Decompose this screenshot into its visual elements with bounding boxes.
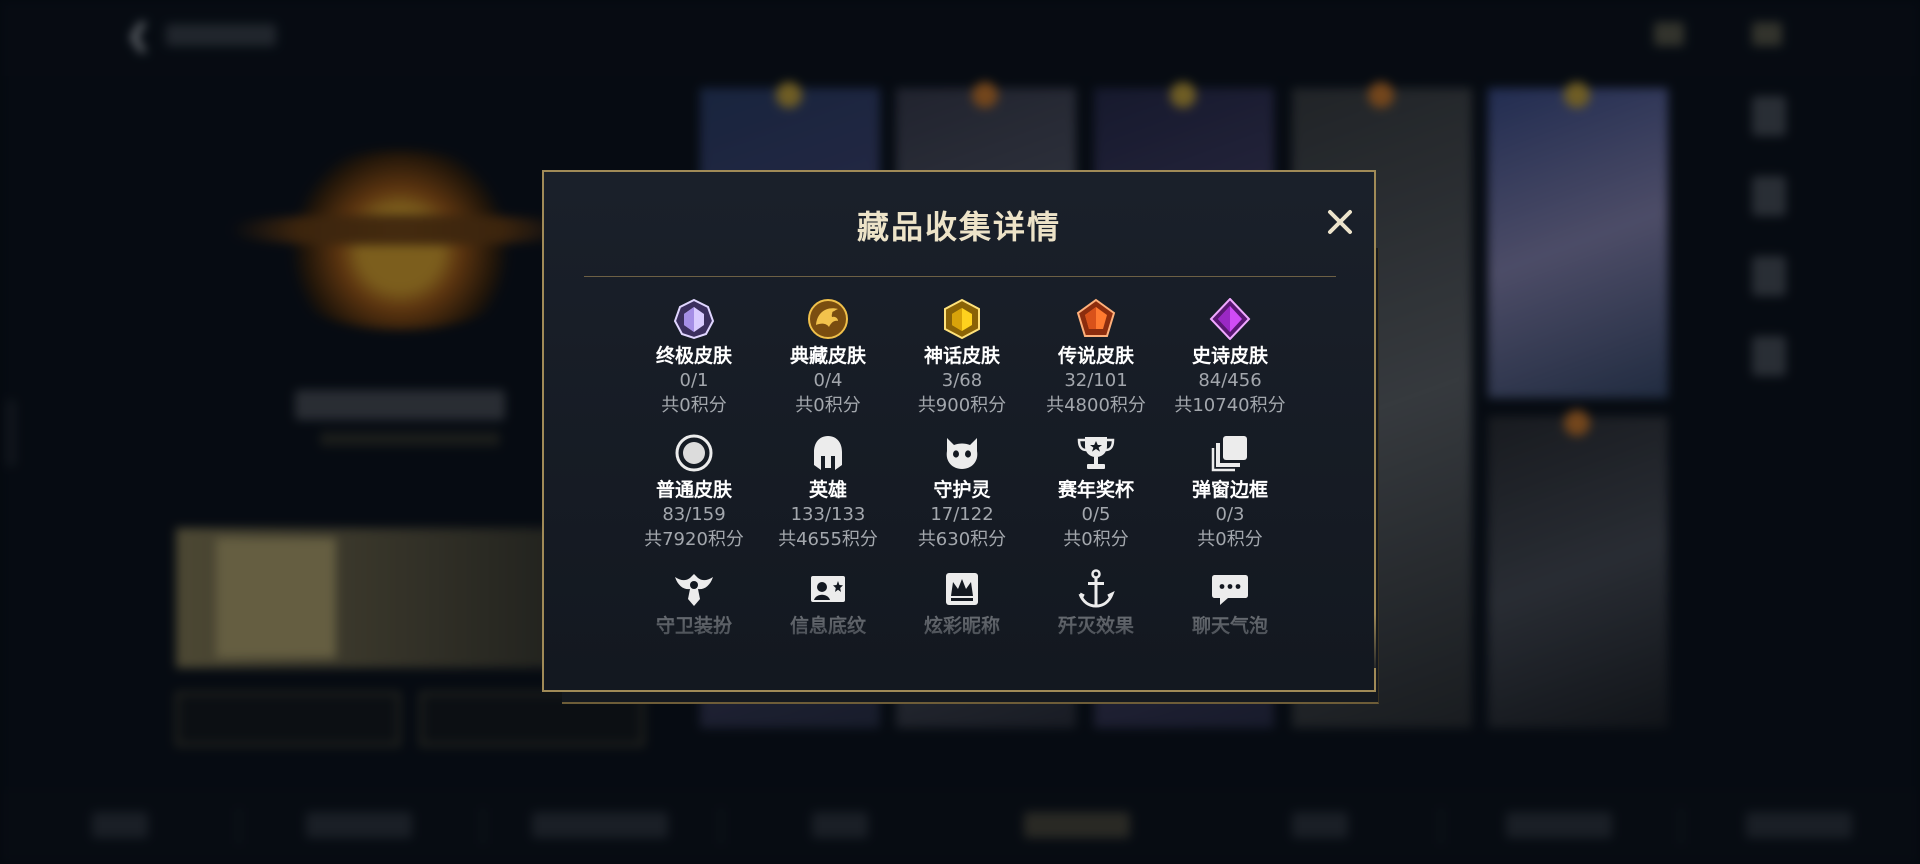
item-count: 133/133 [790,504,866,525]
collection-skin-dragon-icon [808,299,848,339]
item-points: 共0积分 [661,395,727,416]
legend-skin-gem-icon [1076,298,1116,337]
collection-item-info-background[interactable]: 信息底纹 [758,568,898,638]
season-trophy-icon [1077,437,1115,469]
guard-outfit-icon [675,574,713,606]
item-label: 英雄 [808,479,847,501]
item-count: 3/68 [941,370,983,391]
item-label: 守护灵 [933,479,991,501]
collection-item-guardian-spirit[interactable]: 守护灵 17/122 共630积分 [892,432,1032,552]
item-points: 共4655积分 [778,529,878,550]
item-points: 共4800积分 [1046,395,1146,416]
mythic-skin-gem-icon [944,298,980,340]
collection-item-mythic-skin[interactable]: 神话皮肤 3/68 共900积分 [892,298,1032,418]
item-count: 0/1 [679,370,709,391]
item-label: 神话皮肤 [923,345,1000,367]
item-label: 终极皮肤 [655,345,732,367]
guardian-spirit-icon [946,438,978,469]
collection-grid: 终极皮肤 0/1 共0积分 典藏皮肤 0/4 共0积分 神话皮肤 3/68 共9… [544,298,1378,668]
item-points: 共0积分 [1197,529,1263,550]
item-label: 炫彩昵称 [923,615,1000,637]
item-points: 共0积分 [795,395,861,416]
item-count: 0/5 [1081,504,1111,525]
hero-helmet-icon [814,436,842,470]
normal-skin-ring-icon [675,434,713,472]
item-count: 0/4 [813,370,843,391]
item-points: 共7920积分 [644,529,744,550]
item-points: 共0积分 [1063,529,1129,550]
collection-item-chat-bubble[interactable]: 聊天气泡 [1160,568,1300,638]
title-divider [584,276,1336,277]
collection-item-popup-frame[interactable]: 弹窗边框 0/3 共0积分 [1160,432,1300,552]
item-label: 传说皮肤 [1057,345,1134,367]
popup-frame-icon [1211,436,1247,472]
item-label: 信息底纹 [789,615,866,637]
epic-skin-gem-icon [1209,298,1251,340]
screen: ❮ 藏品收集详情 终极皮肤 0/1 共0积分 典藏皮肤 0/4 共0积分 神话皮… [0,0,1920,864]
collection-item-hero[interactable]: 英雄 133/133 共4655积分 [758,432,898,552]
collection-item-colorful-nickname[interactable]: 炫彩昵称 [892,568,1032,638]
colorful-nickname-icon [946,573,978,605]
item-label: 聊天气泡 [1191,615,1268,637]
item-count: 84/456 [1198,370,1262,391]
item-label: 歼灭效果 [1057,615,1134,637]
annihilate-effect-icon [1078,569,1115,608]
collection-details-modal: 藏品收集详情 终极皮肤 0/1 共0积分 典藏皮肤 0/4 共0积分 神话皮肤 … [542,170,1378,692]
item-count: 0/3 [1215,504,1245,525]
chat-bubble-icon [1212,575,1248,605]
collection-item-annihilate-effect[interactable]: 歼灭效果 [1026,568,1166,638]
item-count: 32/101 [1064,370,1128,391]
item-label: 史诗皮肤 [1191,345,1268,367]
collection-item-normal-skin[interactable]: 普通皮肤 83/159 共7920积分 [624,432,764,552]
close-button[interactable] [1320,202,1360,242]
info-background-icon [811,576,845,602]
item-points: 共630积分 [917,529,1007,550]
item-count: 83/159 [662,504,726,525]
close-icon [1328,210,1352,234]
ultimate-skin-gem-icon [673,298,715,340]
collection-item-ultimate-skin[interactable]: 终极皮肤 0/1 共0积分 [624,298,764,418]
item-label: 赛年奖杯 [1057,479,1134,501]
item-points: 共900积分 [917,395,1007,416]
collection-item-collection-skin[interactable]: 典藏皮肤 0/4 共0积分 [758,298,898,418]
item-label: 弹窗边框 [1191,479,1268,501]
item-count: 17/122 [930,504,994,525]
item-points: 共10740积分 [1174,395,1286,416]
item-label: 守卫装扮 [655,615,732,637]
item-label: 典藏皮肤 [789,345,866,367]
collection-item-season-trophy[interactable]: 赛年奖杯 0/5 共0积分 [1026,432,1166,552]
modal-title: 藏品收集详情 [856,208,1061,246]
collection-item-legend-skin[interactable]: 传说皮肤 32/101 共4800积分 [1026,298,1166,418]
collection-item-guard-outfit[interactable]: 守卫装扮 [624,568,764,638]
item-label: 普通皮肤 [655,479,732,501]
collection-item-epic-skin[interactable]: 史诗皮肤 84/456 共10740积分 [1160,298,1300,418]
